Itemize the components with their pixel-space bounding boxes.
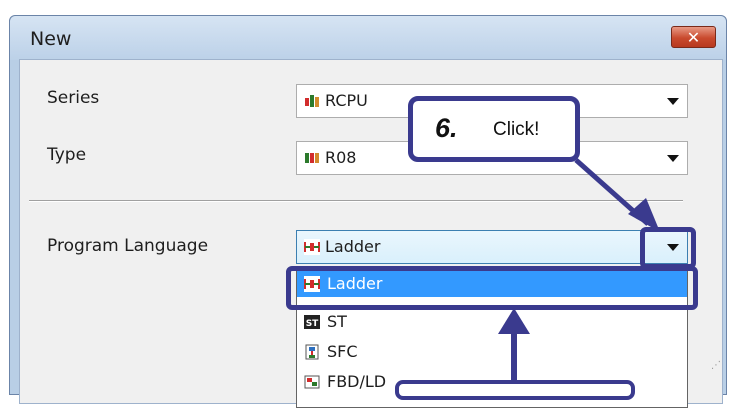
step-instruction: Click! xyxy=(493,119,540,140)
step-number: 6. xyxy=(435,113,458,143)
annotation-arrows xyxy=(498,158,660,389)
arrow-head-icon xyxy=(498,308,530,334)
bottom-callout-box xyxy=(395,380,635,400)
arrow-head-icon xyxy=(628,198,660,232)
step-callout: 6. Click! xyxy=(408,96,580,162)
